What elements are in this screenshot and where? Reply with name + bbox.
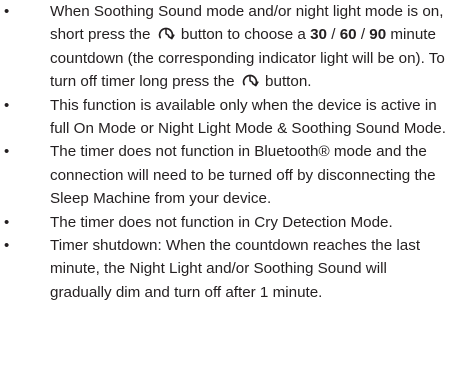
bullet-marker: •: [4, 96, 10, 114]
item-text: button to choose a: [176, 26, 311, 44]
list-item: • The timer does not function in Bluetoo…: [0, 140, 455, 210]
list-item: • This function is available only when t…: [0, 94, 455, 141]
countdown-90: 90: [369, 26, 387, 44]
timer-icon: [240, 72, 260, 89]
bullet-marker: •: [4, 143, 10, 161]
bullet-marker: •: [4, 3, 10, 20]
timer-icon: [156, 25, 176, 42]
separator: /: [327, 26, 340, 44]
item-text: Timer shutdown: When the countdown reach…: [50, 237, 421, 301]
countdown-60: 60: [339, 26, 357, 44]
item-text: The timer does not function in Cry Detec…: [50, 213, 393, 231]
item-text: This function is available only when the…: [50, 96, 446, 138]
bullet-marker: •: [4, 237, 10, 255]
manual-page: • When Soothing Sound mode and/or night …: [0, 0, 455, 368]
instruction-list: • When Soothing Sound mode and/or night …: [0, 0, 455, 304]
countdown-30: 30: [310, 26, 328, 44]
bullet-marker: •: [4, 213, 10, 231]
item-text: The timer does not function in Bluetooth…: [50, 143, 436, 208]
list-item: • When Soothing Sound mode and/or night …: [0, 0, 455, 94]
list-item: • Timer shutdown: When the countdown rea…: [0, 234, 455, 304]
list-item: • The timer does not function in Cry Det…: [0, 211, 455, 234]
separator: /: [356, 26, 370, 44]
item-text: button.: [260, 73, 312, 91]
